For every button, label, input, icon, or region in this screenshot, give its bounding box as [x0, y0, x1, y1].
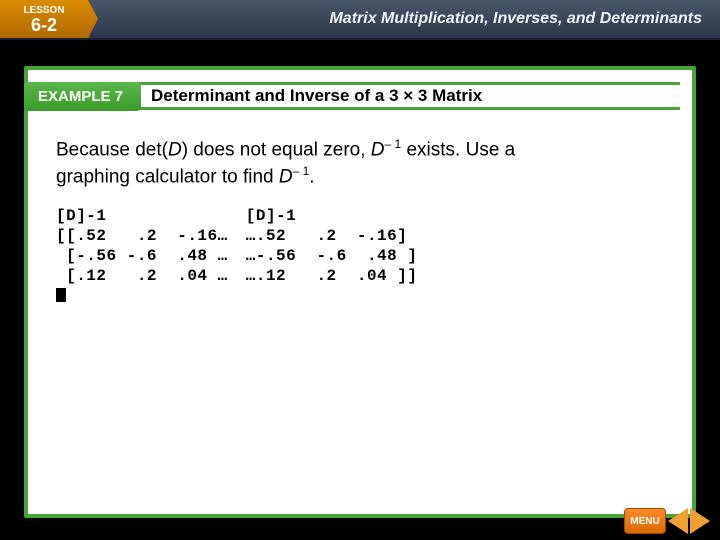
content-area: EXAMPLE 7 Determinant and Inverse of a 3… — [0, 40, 720, 540]
text-seg: . — [309, 166, 314, 187]
text-seg: exists. Use a — [401, 139, 515, 160]
nav-controls: MENU — [624, 508, 710, 534]
calc-text-left: [D]-1 [[.52 .2 -.16… [-.56 -.6 .48 … [.1… — [56, 206, 228, 286]
calc-screen-right: [D]-1 ….52 .2 -.16] …-.56 -.6 .48 ] ….12… — [246, 206, 418, 304]
text-seg: graphing calculator to find — [56, 166, 279, 187]
cursor-icon — [56, 288, 66, 302]
prev-arrow-icon[interactable] — [668, 508, 688, 534]
lesson-number: 6-2 — [31, 16, 57, 34]
chapter-title: Matrix Multiplication, Inverses, and Det… — [90, 0, 720, 38]
example-header: EXAMPLE 7 Determinant and Inverse of a 3… — [24, 78, 680, 114]
menu-button[interactable]: MENU — [624, 508, 666, 534]
exponent: – 1 — [293, 164, 310, 178]
page-frame: EXAMPLE 7 Determinant and Inverse of a 3… — [24, 66, 696, 518]
calc-screen-left: [D]-1 [[.52 .2 -.16… [-.56 -.6 .48 … [.1… — [56, 206, 228, 304]
var-D: D — [371, 139, 385, 160]
next-arrow-icon[interactable] — [690, 508, 710, 534]
var-D: D — [168, 139, 182, 160]
exponent: – 1 — [385, 137, 402, 151]
top-bar: LESSON 6-2 Matrix Multiplication, Invers… — [0, 0, 720, 40]
lesson-badge: LESSON 6-2 — [0, 0, 90, 38]
var-D: D — [279, 166, 293, 187]
text-seg: Because det( — [56, 139, 168, 160]
lesson-label: LESSON — [23, 5, 64, 16]
text-seg: ) does not equal zero, — [182, 139, 371, 160]
calculator-screens: [D]-1 [[.52 .2 -.16… [-.56 -.6 .48 … [.1… — [28, 198, 692, 312]
body-text: Because det(D) does not equal zero, D– 1… — [28, 114, 692, 198]
example-title: Determinant and Inverse of a 3 × 3 Matri… — [135, 82, 680, 110]
example-tag: EXAMPLE 7 — [24, 82, 141, 111]
